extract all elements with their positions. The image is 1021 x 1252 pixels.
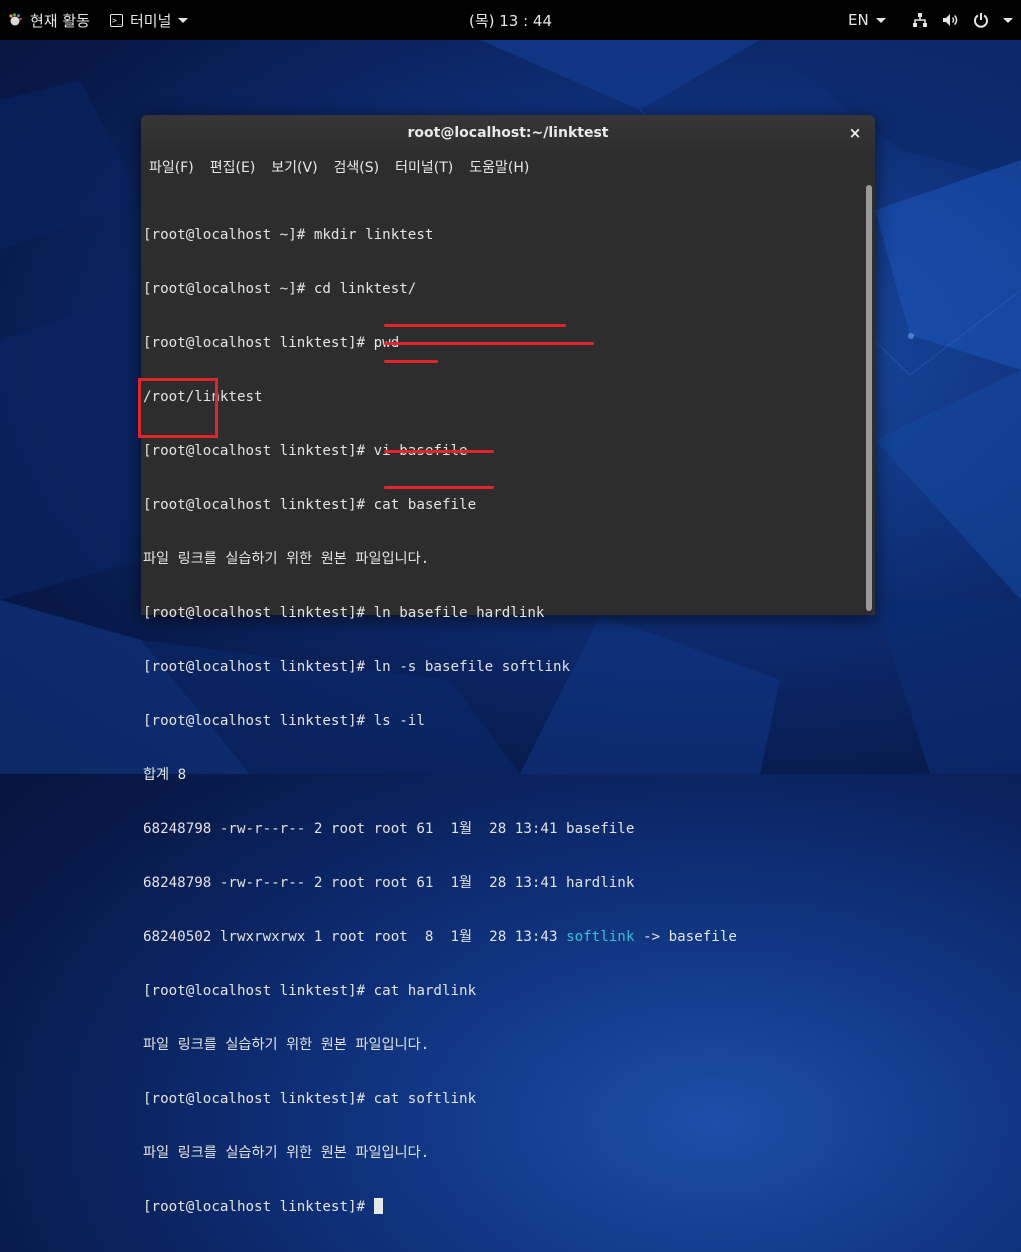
terminal-app-menu[interactable]: >_ 터미널 (110, 0, 189, 40)
terminal-line: [root@localhost linktest]# cat softlink (143, 1091, 477, 1107)
chevron-down-icon (875, 17, 886, 23)
close-button[interactable]: × (845, 123, 865, 143)
menu-help[interactable]: 도움말(H) (461, 157, 537, 177)
terminal-line: 68240502 lrwxrwxrwx 1 root root 8 1월 28 … (143, 928, 737, 946)
scrollbar[interactable] (866, 185, 872, 611)
text-cursor (373, 1198, 383, 1214)
terminal-output[interactable]: [root@localhost ~]# mkdir linktest [root… (141, 183, 875, 1215)
terminal-line: [root@localhost linktest]# cat basefile (143, 497, 477, 513)
terminal-line: [root@localhost linktest]# ls -il (143, 713, 425, 729)
clock[interactable]: (목) 13 : 44 (469, 10, 552, 31)
annotation-underline (384, 360, 438, 363)
activities-button[interactable]: 현재 활동 (8, 0, 90, 40)
softlink-target: -> basefile (634, 929, 737, 945)
terminal-line: 파일 링크를 실습하기 위한 원본 파일입니다. (143, 1145, 430, 1161)
power-icon (974, 13, 988, 28)
window-title: root@localhost:~/linktest (407, 125, 609, 141)
top-bar: 현재 활동 >_ 터미널 (목) 13 : 44 EN (0, 0, 1021, 40)
terminal-line: 68248798 -rw-r--r-- 2 root root 61 1월 28… (143, 821, 635, 837)
chevron-down-icon (178, 17, 189, 23)
activities-label: 현재 활동 (30, 11, 90, 30)
language-menu[interactable]: EN (848, 0, 886, 40)
terminal-icon: >_ (110, 13, 123, 27)
annotation-underline (384, 486, 494, 489)
terminal-window: root@localhost:~/linktest × 파일(F) 편집(E) … (141, 115, 875, 1215)
menu-view[interactable]: 보기(V) (263, 157, 325, 177)
menu-terminal[interactable]: 터미널(T) (387, 157, 461, 177)
terminal-line: /root/linktest (143, 389, 263, 405)
terminal-line: [root@localhost linktest]# ln -s basefil… (143, 659, 571, 675)
terminal-line: [root@localhost linktest]# cat hardlink (143, 983, 477, 999)
menu-file[interactable]: 파일(F) (141, 157, 202, 177)
language-label: EN (848, 11, 869, 29)
annotation-underline (384, 342, 594, 345)
terminal-line: 합계 8 (143, 767, 187, 783)
annotation-underline (384, 324, 566, 327)
annotation-box-inode (138, 378, 218, 438)
annotation-underline (384, 450, 494, 453)
gnome-foot-icon (9, 13, 22, 26)
softlink-line-prefix: 68240502 lrwxrwxrwx 1 root root 8 1월 28 … (143, 929, 567, 945)
terminal-lines: [root@localhost ~]# mkdir linktest [root… (143, 190, 737, 1252)
chevron-down-icon (1003, 17, 1013, 23)
window-titlebar[interactable]: root@localhost:~/linktest × (141, 115, 875, 151)
terminal-line: [root@localhost ~]# cd linktest/ (143, 281, 417, 297)
network-icon (913, 13, 927, 27)
terminal-line: 파일 링크를 실습하기 위한 원본 파일입니다. (143, 551, 430, 567)
app-menu-label: 터미널 (130, 11, 172, 30)
system-menu[interactable] (912, 0, 1013, 40)
prompt: [root@localhost linktest]# (143, 1199, 374, 1215)
terminal-line: [root@localhost ~]# mkdir linktest (143, 227, 434, 243)
softlink-name: softlink (566, 929, 635, 945)
volume-icon (943, 14, 958, 26)
menu-bar: 파일(F) 편집(E) 보기(V) 검색(S) 터미널(T) 도움말(H) (141, 151, 875, 184)
terminal-line: 파일 링크를 실습하기 위한 원본 파일입니다. (143, 1037, 430, 1053)
menu-edit[interactable]: 편집(E) (202, 157, 264, 177)
terminal-line: [root@localhost linktest]# (143, 1198, 737, 1216)
menu-search[interactable]: 검색(S) (326, 157, 388, 177)
terminal-line: [root@localhost linktest]# ln basefile h… (143, 605, 545, 621)
terminal-line: 68248798 -rw-r--r-- 2 root root 61 1월 28… (143, 875, 635, 891)
